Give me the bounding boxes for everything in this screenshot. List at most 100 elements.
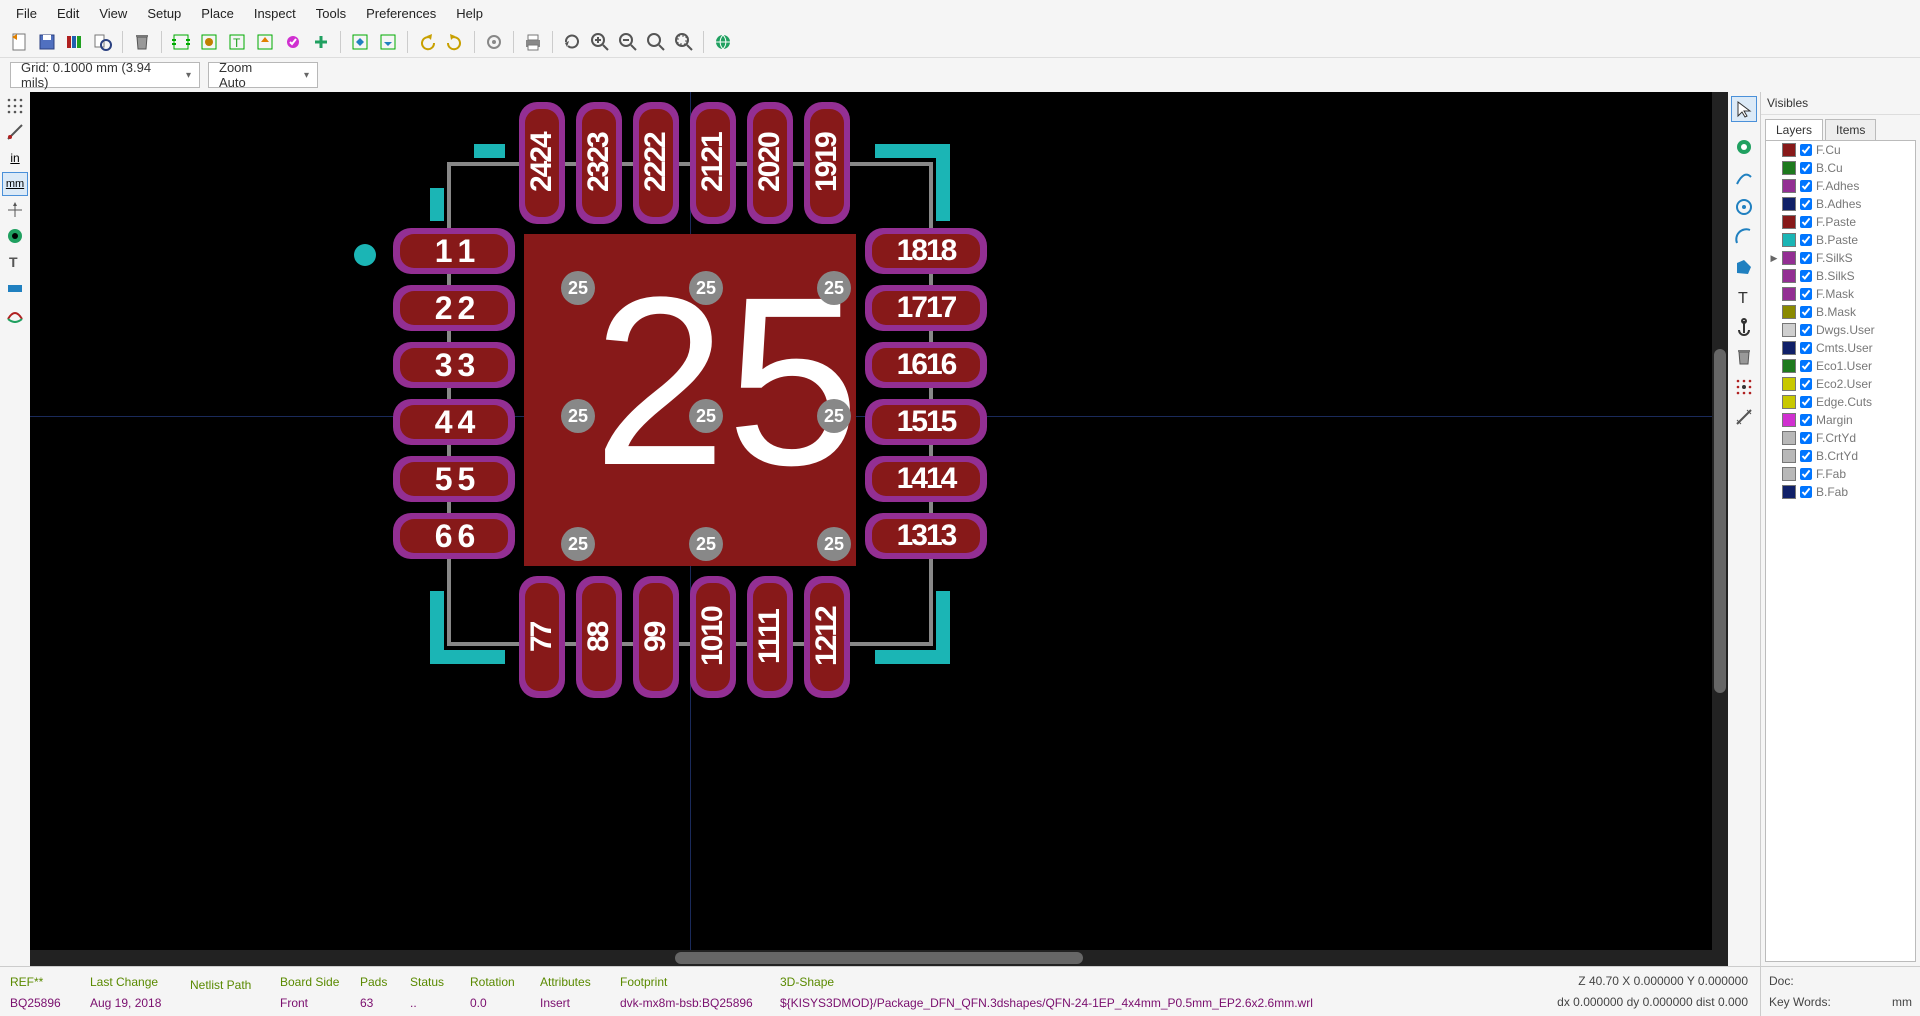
cursor-shape-button[interactable] — [2, 198, 28, 222]
layer-row-Eco1.User[interactable]: Eco1.User — [1766, 357, 1915, 375]
grid-origin-button[interactable] — [1731, 374, 1757, 400]
measure-tool-button[interactable] — [1731, 404, 1757, 430]
layer-visibility-checkbox[interactable] — [1800, 324, 1812, 336]
delete-button[interactable] — [129, 29, 155, 55]
layer-color-swatch[interactable] — [1782, 323, 1796, 337]
select-tool-button[interactable] — [1731, 96, 1757, 122]
layer-color-swatch[interactable] — [1782, 467, 1796, 481]
browse-library-button[interactable] — [90, 29, 116, 55]
layer-row-F.Paste[interactable]: F.Paste — [1766, 213, 1915, 231]
layer-row-B.Adhes[interactable]: B.Adhes — [1766, 195, 1915, 213]
layer-color-swatch[interactable] — [1782, 449, 1796, 463]
layer-color-swatch[interactable] — [1782, 143, 1796, 157]
pad-fill-button[interactable] — [2, 224, 28, 248]
tab-layers[interactable]: Layers — [1765, 119, 1823, 140]
footprint-props-button[interactable] — [168, 29, 194, 55]
menu-place[interactable]: Place — [191, 2, 244, 25]
pad-props-button[interactable] — [196, 29, 222, 55]
layer-visibility-checkbox[interactable] — [1800, 198, 1812, 210]
layer-visibility-checkbox[interactable] — [1800, 414, 1812, 426]
layer-color-swatch[interactable] — [1782, 179, 1796, 193]
menu-edit[interactable]: Edit — [47, 2, 89, 25]
layer-color-swatch[interactable] — [1782, 215, 1796, 229]
graphic-fill-button[interactable] — [2, 276, 28, 300]
library-button[interactable] — [62, 29, 88, 55]
layer-color-swatch[interactable] — [1782, 161, 1796, 175]
layer-row-B.Cu[interactable]: B.Cu — [1766, 159, 1915, 177]
place-circle-button[interactable] — [1731, 194, 1757, 220]
delete-tool-button[interactable] — [1731, 344, 1757, 370]
add-pad-button[interactable] — [308, 29, 334, 55]
layer-row-B.Mask[interactable]: B.Mask — [1766, 303, 1915, 321]
zoom-selection-button[interactable] — [671, 29, 697, 55]
layer-color-swatch[interactable] — [1782, 395, 1796, 409]
save-footprint-button[interactable] — [34, 29, 60, 55]
layer-row-F.Mask[interactable]: F.Mask — [1766, 285, 1915, 303]
layer-color-swatch[interactable] — [1782, 251, 1796, 265]
layer-row-Margin[interactable]: Margin — [1766, 411, 1915, 429]
layer-visibility-checkbox[interactable] — [1800, 234, 1812, 246]
undo-button[interactable] — [414, 29, 440, 55]
layer-visibility-checkbox[interactable] — [1800, 450, 1812, 462]
layer-row-Edge.Cuts[interactable]: Edge.Cuts — [1766, 393, 1915, 411]
layer-visibility-checkbox[interactable] — [1800, 144, 1812, 156]
layer-color-swatch[interactable] — [1782, 341, 1796, 355]
layer-visibility-checkbox[interactable] — [1800, 162, 1812, 174]
units-inches-button[interactable]: in — [2, 146, 28, 170]
menu-view[interactable]: View — [89, 2, 137, 25]
layer-row-B.Fab[interactable]: B.Fab — [1766, 483, 1915, 501]
layer-row-F.Cu[interactable]: F.Cu — [1766, 141, 1915, 159]
layer-row-B.CrtYd[interactable]: B.CrtYd — [1766, 447, 1915, 465]
layer-color-swatch[interactable] — [1782, 431, 1796, 445]
layer-color-swatch[interactable] — [1782, 233, 1796, 247]
vertical-scrollbar[interactable] — [1712, 92, 1728, 950]
layer-visibility-checkbox[interactable] — [1800, 180, 1812, 192]
zoom-fit-button[interactable] — [643, 29, 669, 55]
text-fill-button[interactable]: T — [2, 250, 28, 274]
layer-visibility-checkbox[interactable] — [1800, 270, 1812, 282]
place-anchor-button[interactable] — [1731, 314, 1757, 340]
layer-color-swatch[interactable] — [1782, 359, 1796, 373]
layer-color-swatch[interactable] — [1782, 377, 1796, 391]
polar-coords-button[interactable] — [2, 120, 28, 144]
menu-file[interactable]: File — [6, 2, 47, 25]
menu-tools[interactable]: Tools — [306, 2, 356, 25]
layer-visibility-checkbox[interactable] — [1800, 252, 1812, 264]
layer-color-swatch[interactable] — [1782, 197, 1796, 211]
load-footprint-button[interactable] — [252, 29, 278, 55]
layer-row-F.Adhes[interactable]: F.Adhes — [1766, 177, 1915, 195]
place-text-button[interactable]: T — [1731, 284, 1757, 310]
zoom-in-button[interactable] — [587, 29, 613, 55]
layer-row-Dwgs.User[interactable]: Dwgs.User — [1766, 321, 1915, 339]
grid-selector[interactable]: Grid: 0.1000 mm (3.94 mils) ▾ — [10, 62, 200, 88]
layer-row-Eco2.User[interactable]: Eco2.User — [1766, 375, 1915, 393]
menu-preferences[interactable]: Preferences — [356, 2, 446, 25]
menu-inspect[interactable]: Inspect — [244, 2, 306, 25]
place-pad-button[interactable] — [1731, 134, 1757, 160]
layer-row-B.SilkS[interactable]: B.SilkS — [1766, 267, 1915, 285]
zoom-selector[interactable]: Zoom Auto ▾ — [208, 62, 318, 88]
layer-visibility-checkbox[interactable] — [1800, 432, 1812, 444]
layer-color-swatch[interactable] — [1782, 485, 1796, 499]
layer-row-F.SilkS[interactable]: ▶ F.SilkS — [1766, 249, 1915, 267]
settings-button[interactable] — [481, 29, 507, 55]
layer-color-swatch[interactable] — [1782, 413, 1796, 427]
redo-button[interactable] — [442, 29, 468, 55]
layer-visibility-checkbox[interactable] — [1800, 288, 1812, 300]
menu-help[interactable]: Help — [446, 2, 493, 25]
layer-visibility-checkbox[interactable] — [1800, 486, 1812, 498]
layer-row-F.CrtYd[interactable]: F.CrtYd — [1766, 429, 1915, 447]
layer-color-swatch[interactable] — [1782, 287, 1796, 301]
menu-setup[interactable]: Setup — [137, 2, 191, 25]
units-mm-button[interactable]: mm — [2, 172, 28, 196]
canvas[interactable]: 25 252525252525252525 1 12 23 34 45 56 6… — [30, 92, 1728, 966]
layer-visibility-checkbox[interactable] — [1800, 396, 1812, 408]
layer-row-Cmts.User[interactable]: Cmts.User — [1766, 339, 1915, 357]
place-line-button[interactable] — [1731, 164, 1757, 190]
refresh-button[interactable] — [559, 29, 585, 55]
place-arc-button[interactable] — [1731, 224, 1757, 250]
layer-row-F.Fab[interactable]: F.Fab — [1766, 465, 1915, 483]
grid-toggle-button[interactable] — [2, 94, 28, 118]
contrast-mode-button[interactable] — [2, 302, 28, 326]
new-footprint-button[interactable] — [6, 29, 32, 55]
